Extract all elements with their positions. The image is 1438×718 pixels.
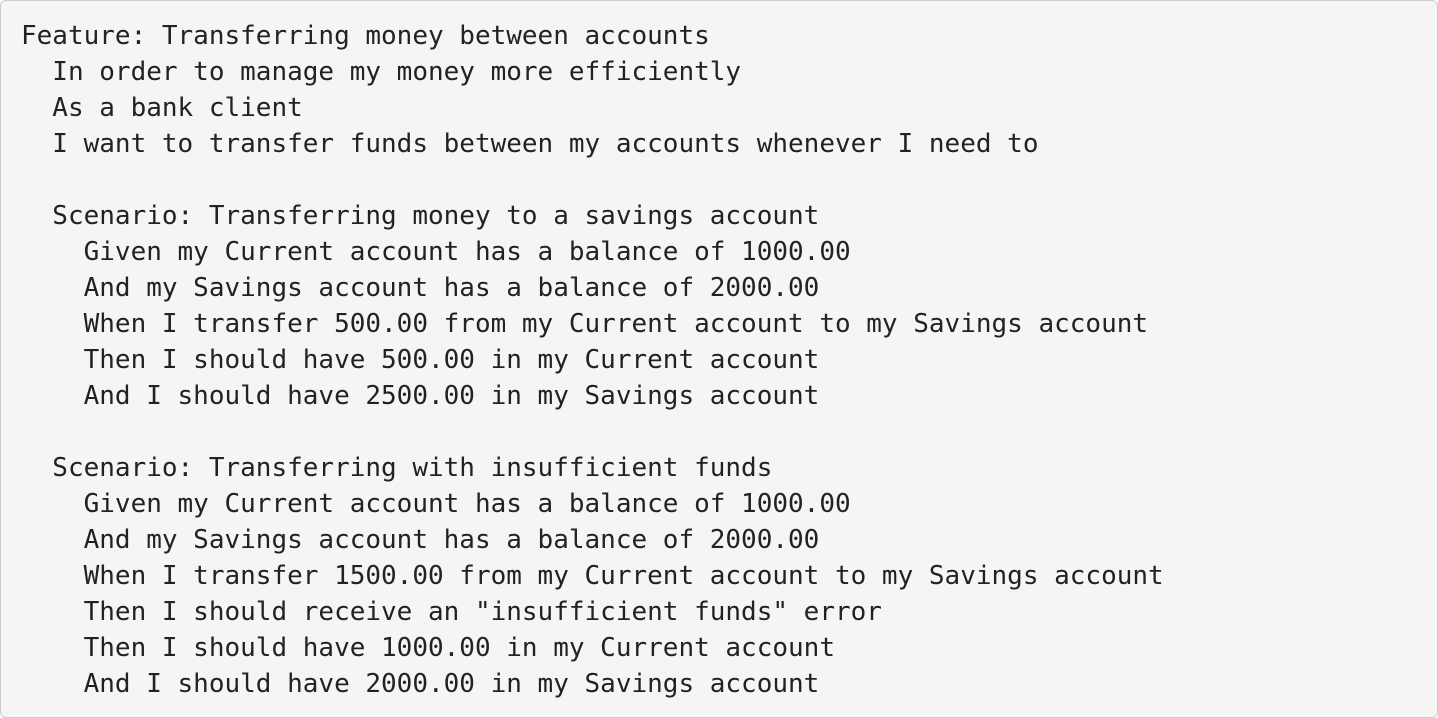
feature-line: Feature: Transferring money between acco…: [21, 21, 710, 51]
step-line: When I transfer 500.00 from my Current a…: [21, 309, 1149, 339]
step-line: And my Savings account has a balance of …: [21, 525, 820, 555]
step-line: And I should have 2500.00 in my Savings …: [21, 381, 820, 411]
scenario-line: Scenario: Transferring with insufficient…: [21, 453, 773, 483]
step-line: Given my Current account has a balance o…: [21, 237, 851, 267]
blank-line: [21, 414, 1164, 450]
step-line: Given my Current account has a balance o…: [21, 489, 851, 519]
narrative-line: In order to manage my money more efficie…: [21, 57, 742, 87]
step-line: Then I should have 500.00 in my Current …: [21, 345, 820, 375]
step-line: Then I should receive an "insufficient f…: [21, 597, 882, 627]
narrative-line: I want to transfer funds between my acco…: [21, 129, 1039, 159]
code-lines: Feature: Transferring money between acco…: [21, 18, 1164, 702]
step-line: Then I should have 1000.00 in my Current…: [21, 633, 835, 663]
step-line: And my Savings account has a balance of …: [21, 273, 820, 303]
step-line: When I transfer 1500.00 from my Current …: [21, 561, 1164, 591]
blank-line: [21, 162, 1164, 198]
step-line: And I should have 2000.00 in my Savings …: [21, 669, 820, 699]
narrative-line: As a bank client: [21, 93, 303, 123]
code-block: Feature: Transferring money between acco…: [0, 0, 1438, 718]
scenario-line: Scenario: Transferring money to a saving…: [21, 201, 820, 231]
